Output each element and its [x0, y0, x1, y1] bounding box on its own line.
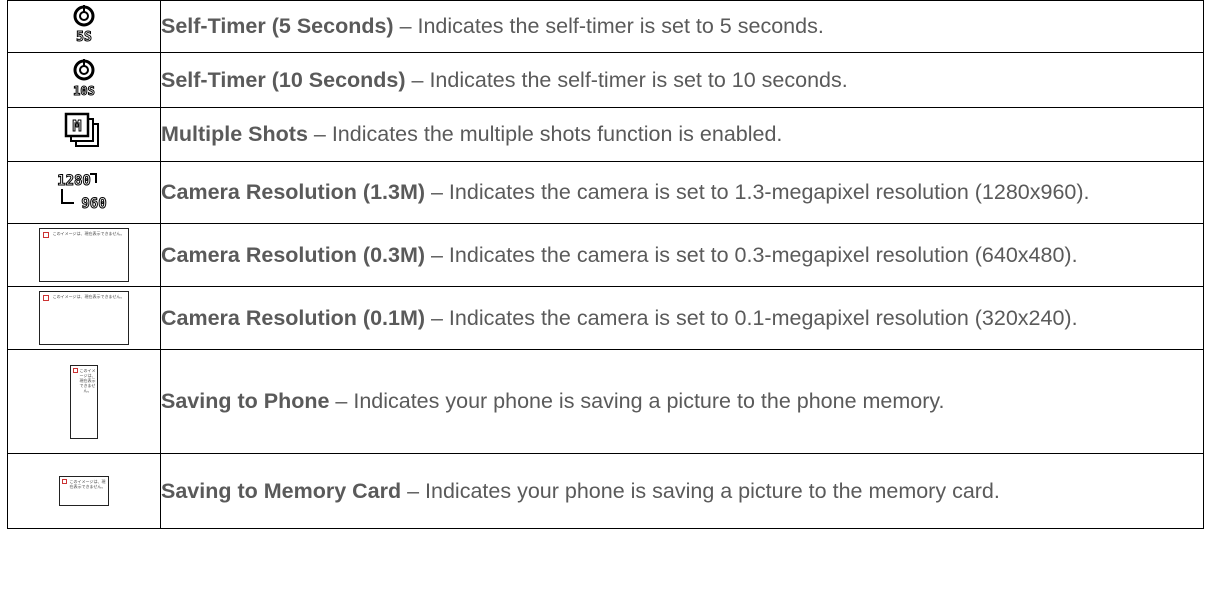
description-cell: Self-Timer (5 Seconds) – Indicates the s…	[160, 0, 1204, 53]
table-row: M Multiple Shots – Indicates the multipl…	[7, 107, 1204, 162]
self-timer-5s-icon: 5S	[69, 4, 99, 49]
icon-cell: このイメージは、現在表示できません。	[7, 223, 161, 287]
description-cell: Camera Resolution (0.3M) – Indicates the…	[160, 223, 1204, 287]
description-cell: Camera Resolution (0.1M) – Indicates the…	[160, 286, 1204, 350]
icon-label: 10S	[73, 84, 95, 98]
icon-cell: 5S	[7, 0, 161, 53]
icon-cell: このイメージは、現在表示できません。	[7, 286, 161, 350]
table-row: このイメージは、現在表示できません。 Saving to Phone – Ind…	[7, 349, 1204, 454]
broken-image-text: このイメージは、現在表示できません。	[69, 479, 106, 489]
table-row: このイメージは、現在表示できません。 Camera Resolution (0.…	[7, 286, 1204, 350]
resolution-1280x960-icon: 1280 960	[54, 169, 114, 216]
row-title: Camera Resolution (1.3M)	[161, 180, 426, 204]
row-title: Saving to Phone	[161, 389, 330, 413]
broken-image-icon: このイメージは、現在表示できません。	[39, 291, 129, 345]
icon-cell: 1280 960	[7, 161, 161, 224]
row-description: – Indicates the camera is set to 0.3-meg…	[425, 242, 1078, 267]
description-cell: Multiple Shots – Indicates the multiple …	[160, 107, 1204, 162]
description-cell: Saving to Memory Card – Indicates your p…	[160, 453, 1204, 529]
row-title: Self-Timer (10 Seconds)	[161, 67, 406, 92]
row-title: Self-Timer (5 Seconds)	[161, 14, 394, 38]
table-row: このイメージは、現在表示できません。 Camera Resolution (0.…	[7, 223, 1204, 287]
icon-label: M	[72, 117, 81, 135]
row-description: – Indicates the camera is set to 1.3-meg…	[425, 180, 1090, 204]
description-cell: Self-Timer (10 Seconds) – Indicates the …	[160, 52, 1204, 108]
broken-image-marker	[43, 295, 49, 301]
row-description: – Indicates the multiple shots function …	[307, 122, 783, 146]
icon-cell: M	[7, 107, 161, 162]
row-description: – Indicates your phone is saving a pictu…	[329, 389, 945, 413]
broken-image-text: このイメージは、現在表示できません。	[79, 367, 96, 393]
broken-image-marker	[62, 479, 67, 484]
broken-image-text: このイメージは、現在表示できません。	[52, 231, 125, 236]
row-description: – Indicates the self-timer is set to 10 …	[405, 67, 848, 92]
broken-image-icon: このイメージは、現在表示できません。	[59, 476, 109, 506]
row-title: Camera Resolution (0.1M)	[161, 305, 426, 330]
broken-image-icon: このイメージは、現在表示できません。	[70, 364, 98, 439]
row-title: Camera Resolution (0.3M)	[161, 242, 426, 267]
row-title: Saving to Memory Card	[161, 478, 402, 503]
description-cell: Camera Resolution (1.3M) – Indicates the…	[160, 161, 1204, 224]
row-description: – Indicates the camera is set to 0.1-meg…	[425, 305, 1078, 330]
icon-cell: 10S	[7, 52, 161, 108]
table-row: 1280 960 Camera Resolution (1.3M) – Indi…	[7, 161, 1204, 224]
multiple-shots-icon: M	[64, 112, 104, 157]
icon-label: 5S	[76, 30, 92, 44]
icon-label-top: 1280	[57, 173, 91, 189]
row-description: – Indicates the self-timer is set to 5 s…	[393, 14, 824, 38]
table-row: 10S Self-Timer (10 Seconds) – Indicates …	[7, 52, 1204, 108]
camera-icons-table: 5S Self-Timer (5 Seconds) – Indicates th…	[7, 0, 1204, 529]
broken-image-icon: このイメージは、現在表示できません。	[39, 228, 129, 282]
broken-image-marker	[43, 232, 49, 238]
icon-label-bottom: 960	[81, 196, 106, 211]
icon-cell: このイメージは、現在表示できません。	[7, 453, 161, 529]
table-row: 5S Self-Timer (5 Seconds) – Indicates th…	[7, 0, 1204, 53]
icon-cell: このイメージは、現在表示できません。	[7, 349, 161, 454]
self-timer-10s-icon: 10S	[67, 58, 101, 103]
broken-image-text: このイメージは、現在表示できません。	[52, 294, 125, 299]
description-cell: Saving to Phone – Indicates your phone i…	[160, 349, 1204, 454]
row-description: – Indicates your phone is saving a pictu…	[401, 478, 1000, 503]
row-title: Multiple Shots	[161, 122, 308, 146]
table-row: このイメージは、現在表示できません。 Saving to Memory Card…	[7, 453, 1204, 529]
broken-image-marker	[73, 367, 78, 373]
